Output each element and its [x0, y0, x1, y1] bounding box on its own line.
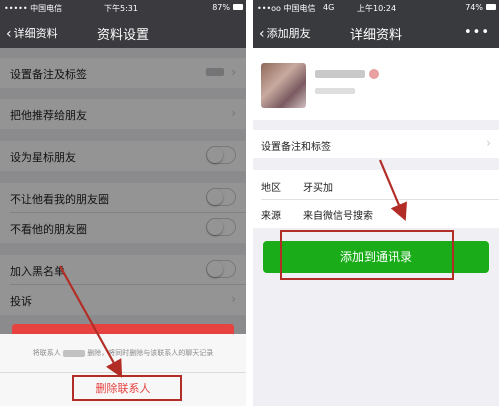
annotation-arrows: [59, 159, 407, 378]
arrow-to-add: [378, 159, 407, 222]
arrow-to-delete: [59, 265, 123, 378]
